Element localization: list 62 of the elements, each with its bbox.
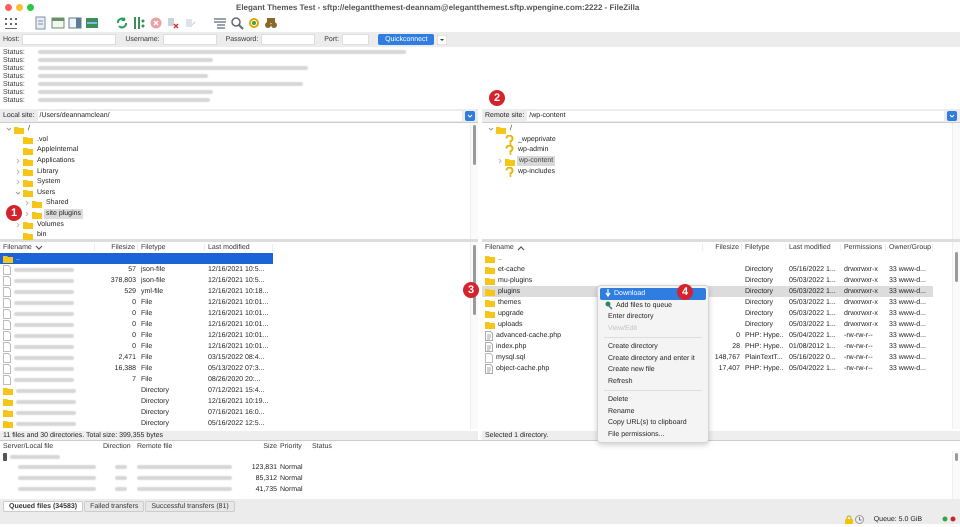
redacted-text — [14, 268, 74, 272]
redacted-text — [14, 344, 74, 348]
step-number-badge: 1 — [6, 205, 22, 221]
redacted-text — [115, 476, 127, 480]
download-icon — [605, 289, 611, 298]
question-mark-icon — [505, 166, 514, 177]
document-icon[interactable] — [34, 16, 48, 30]
redacted-text — [16, 410, 76, 414]
scrollbar-thumb[interactable] — [955, 453, 958, 461]
site-manager-icon[interactable] — [4, 16, 18, 30]
input-field[interactable] — [162, 34, 217, 45]
redacted-text — [14, 278, 74, 282]
window-title: Elegant Themes Test - sftp://elegantthemest-deannam@elegantthemest.sftp.wpengine.com:2222 - FileZilla — [236, 2, 640, 12]
folder-icon — [505, 156, 515, 166]
script-file-icon — [485, 364, 493, 374]
lock-icon — [844, 514, 853, 524]
redacted-text — [14, 322, 74, 326]
sort-ascending-icon — [516, 244, 525, 250]
activity-led-icon — [950, 516, 956, 522]
dropdown-button[interactable] — [437, 34, 448, 44]
minimize-window-button[interactable] — [16, 4, 23, 10]
question-mark-icon — [505, 134, 514, 145]
list-icon[interactable] — [213, 16, 227, 30]
redacted-text — [14, 366, 74, 370]
sort-descending-icon — [34, 244, 43, 250]
question-mark-icon — [505, 145, 514, 156]
redacted-text — [10, 454, 60, 458]
sync-icon[interactable] — [247, 16, 261, 30]
redacted-text — [16, 422, 76, 426]
redacted-text — [14, 356, 74, 360]
redacted-text — [14, 290, 74, 294]
redacted-text — [14, 334, 74, 338]
server-icon — [3, 452, 7, 460]
panel-icon[interactable] — [85, 16, 99, 30]
binoculars-icon[interactable] — [264, 16, 278, 30]
redacted-text — [115, 487, 127, 491]
refresh-icon[interactable] — [115, 16, 129, 30]
add-to-queue-icon — [605, 300, 613, 310]
step-number-badge: 3 — [463, 282, 479, 298]
input-field[interactable] — [261, 34, 316, 45]
file-icon — [485, 352, 493, 362]
filter-icon[interactable] — [132, 16, 146, 30]
redacted-text — [16, 400, 76, 404]
close-window-button[interactable] — [5, 4, 12, 10]
redacted-text — [14, 378, 74, 382]
redacted-text — [115, 465, 127, 469]
redacted-text — [14, 300, 74, 304]
redacted-text — [14, 312, 74, 316]
scrollbar-thumb[interactable] — [473, 125, 476, 165]
folder-icon — [3, 254, 13, 263]
panel-icon[interactable] — [51, 16, 65, 30]
search-icon[interactable] — [230, 16, 244, 30]
panel-icon[interactable] — [68, 16, 82, 30]
scrollbar-thumb[interactable] — [955, 252, 958, 282]
activity-led-icon — [942, 516, 948, 522]
step-number-badge: 2 — [489, 90, 505, 106]
input-field[interactable] — [342, 34, 370, 45]
disconnect-icon[interactable] — [166, 16, 180, 30]
redacted-text — [16, 388, 76, 392]
cancel-icon[interactable] — [149, 16, 163, 30]
input-field[interactable] — [22, 34, 116, 45]
zoom-window-button[interactable] — [27, 4, 34, 10]
